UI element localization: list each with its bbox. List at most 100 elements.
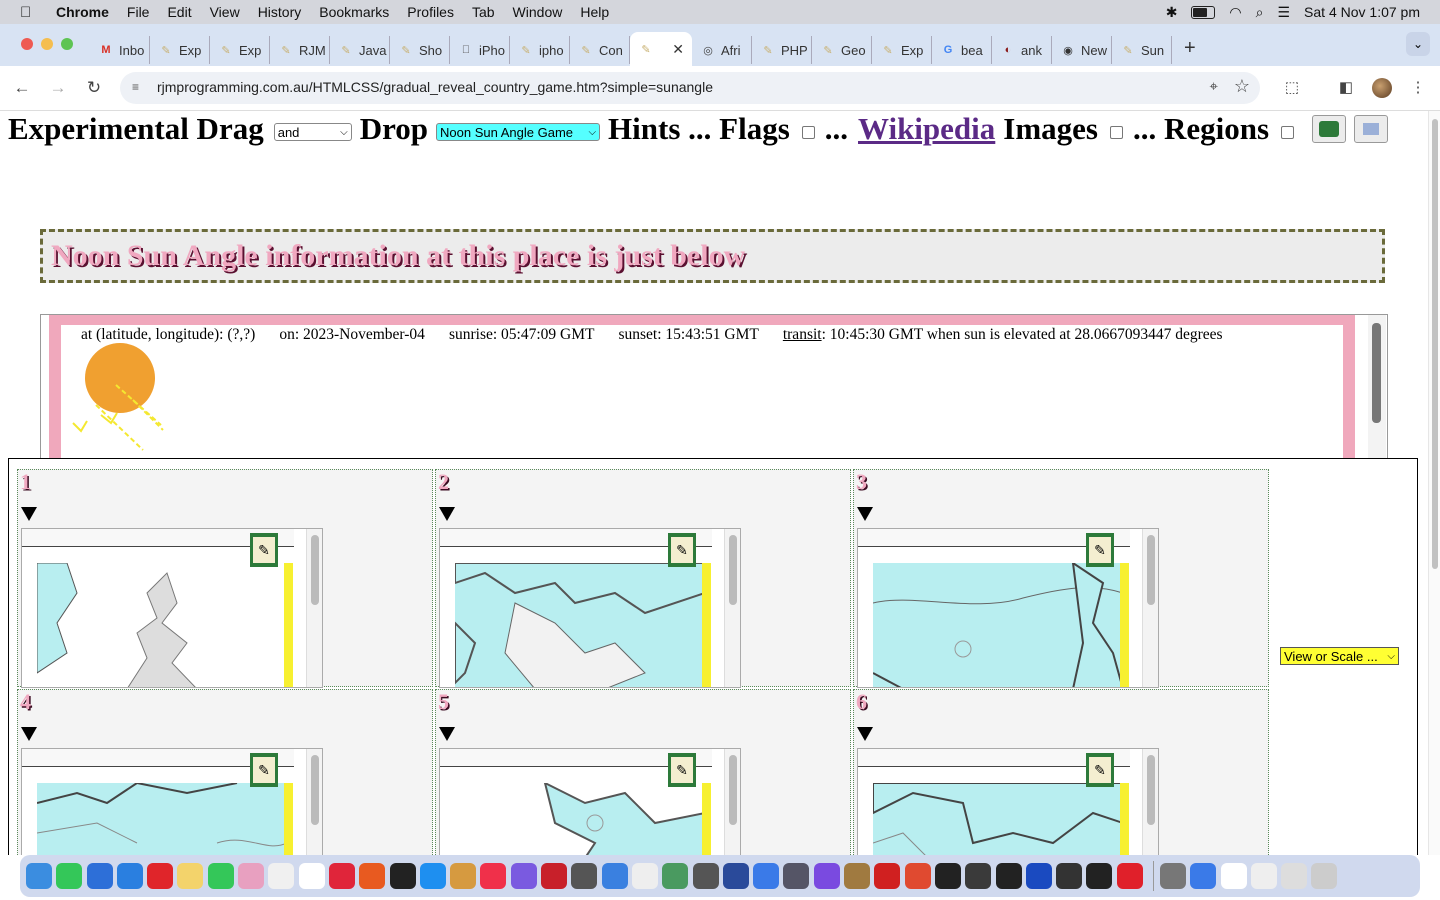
- dock-app-icon[interactable]: [359, 863, 386, 889]
- menu-edit[interactable]: Edit: [167, 4, 191, 20]
- country-cell[interactable]: 3 ✎: [853, 469, 1269, 688]
- spotlight-search-icon[interactable]: ⌕: [1256, 4, 1264, 21]
- country-map-image[interactable]: [37, 783, 287, 855]
- wifi-icon[interactable]: ◠: [1229, 4, 1241, 21]
- bluetooth-icon[interactable]: ✱: [1166, 4, 1178, 21]
- dock-app-icon[interactable]: [753, 863, 780, 889]
- country-map-image[interactable]: [455, 783, 705, 855]
- menu-history[interactable]: History: [258, 4, 302, 20]
- url-text[interactable]: rjmprogramming.com.au/HTMLCSS/gradual_re…: [157, 79, 713, 95]
- browser-tab[interactable]: ✎ Exp: [150, 36, 210, 64]
- dock-app-icon[interactable]: [1311, 863, 1338, 889]
- dock-app-icon[interactable]: [389, 863, 416, 889]
- dock-app-icon[interactable]: [26, 863, 52, 889]
- map-frame-scrollbar-thumb[interactable]: [311, 535, 319, 605]
- map-frame-scrollbar-thumb[interactable]: [1147, 755, 1155, 825]
- dock-app-icon[interactable]: [1220, 863, 1247, 889]
- map-frame-scrollbar-thumb[interactable]: [311, 755, 319, 825]
- dock-app-icon[interactable]: [207, 863, 234, 889]
- disclosure-triangle-icon[interactable]: [857, 507, 873, 521]
- edit-notepad-button[interactable]: ✎: [250, 533, 278, 567]
- browser-tab[interactable]: ✎ PHP: [752, 36, 812, 64]
- menu-bookmarks[interactable]: Bookmarks: [319, 4, 389, 20]
- disclosure-triangle-icon[interactable]: [21, 727, 37, 741]
- page-scrollbar[interactable]: [1428, 111, 1440, 855]
- dock-app-icon[interactable]: [1086, 863, 1113, 889]
- browser-tab[interactable]: M Inbo: [90, 36, 150, 64]
- dock-app-icon[interactable]: [1056, 863, 1083, 889]
- country-cell[interactable]: 5 ✎: [435, 689, 851, 855]
- browser-tab[interactable]: ◉ New: [1052, 36, 1112, 64]
- dock-app-icon[interactable]: [692, 863, 719, 889]
- edit-notepad-button[interactable]: ✎: [1086, 753, 1114, 787]
- transit-link[interactable]: transit: [783, 326, 822, 343]
- menubar-clock[interactable]: Sat 4 Nov 1:07 pm: [1304, 4, 1420, 20]
- map-frame-scrollbar-thumb[interactable]: [729, 535, 737, 605]
- dock-app-icon[interactable]: [965, 863, 992, 889]
- browser-tab[interactable]: ✎ RJM: [270, 36, 330, 64]
- dock-app-icon[interactable]: [1250, 863, 1277, 889]
- dock-app-icon[interactable]: [86, 863, 113, 889]
- country-map-frame[interactable]: ✎: [21, 748, 323, 855]
- profile-avatar[interactable]: [1372, 78, 1392, 98]
- browser-tab[interactable]: ✎ Geo: [812, 36, 872, 64]
- dock-app-icon[interactable]: [631, 863, 658, 889]
- regions-checkbox[interactable]: [1281, 125, 1295, 139]
- view-or-scale-select[interactable]: View or Scale ... ⌵: [1280, 647, 1399, 665]
- dock-app-icon[interactable]: [1281, 863, 1308, 889]
- dock-app-icon[interactable]: [1190, 863, 1217, 889]
- dock-app-icon[interactable]: [541, 863, 568, 889]
- wikipedia-link[interactable]: Wikipedia: [858, 111, 995, 147]
- browser-tab[interactable]: ✎ ✕: [630, 32, 692, 66]
- menu-profiles[interactable]: Profiles: [407, 4, 454, 20]
- back-button[interactable]: ←: [10, 76, 34, 100]
- flags-checkbox[interactable]: [801, 125, 815, 139]
- browser-tab[interactable]: ◐ ank: [992, 36, 1052, 64]
- browser-tab[interactable]: ✎ Exp: [872, 36, 932, 64]
- browser-tab[interactable]: ✎ Exp: [210, 36, 270, 64]
- and-or-select[interactable]: and ⌵: [273, 123, 352, 141]
- battery-icon[interactable]: [1191, 5, 1216, 19]
- menu-app-name[interactable]: Chrome: [56, 4, 109, 20]
- browser-tab[interactable]:  iPho: [450, 36, 510, 64]
- map-frame-scrollbar-thumb[interactable]: [1147, 535, 1155, 605]
- browser-tab[interactable]: ◎ Afri: [692, 36, 752, 64]
- country-cell[interactable]: 1 ✎: [17, 469, 433, 688]
- dock-app-icon[interactable]: [419, 863, 446, 889]
- country-map-frame[interactable]: ✎: [857, 528, 1159, 688]
- edit-notepad-button[interactable]: ✎: [1086, 533, 1114, 567]
- browser-tab[interactable]: ✎ ipho: [510, 36, 570, 64]
- game-mode-select[interactable]: Noon Sun Angle Game ⌵: [436, 123, 601, 141]
- reload-button[interactable]: ↻: [82, 76, 106, 100]
- menu-view[interactable]: View: [210, 4, 240, 20]
- page-scrollbar-thumb[interactable]: [1432, 119, 1438, 569]
- bookmark-star-icon[interactable]: ☆: [1234, 76, 1250, 97]
- dock-app-icon[interactable]: [1116, 863, 1143, 889]
- dock-app-icon[interactable]: [571, 863, 598, 889]
- browser-tab[interactable]: ✎ Sun: [1112, 36, 1172, 64]
- country-map-image[interactable]: [37, 563, 287, 688]
- country-map-frame[interactable]: ✎: [21, 528, 323, 688]
- new-tab-button[interactable]: +: [1184, 32, 1196, 66]
- disclosure-triangle-icon[interactable]: [439, 507, 455, 521]
- dock-app-icon[interactable]: [177, 863, 204, 889]
- more-menu-icon[interactable]: ⋮: [1408, 78, 1428, 98]
- dock-app-icon[interactable]: [783, 863, 810, 889]
- edit-notepad-button[interactable]: ✎: [668, 533, 696, 567]
- forward-button[interactable]: →: [46, 76, 70, 100]
- apple-menu-icon[interactable]: : [20, 4, 36, 21]
- window-zoom-button[interactable]: [61, 38, 73, 50]
- dock-app-icon[interactable]: [298, 863, 325, 889]
- dock-app-icon[interactable]: [874, 863, 901, 889]
- dock-app-icon[interactable]: [722, 863, 749, 889]
- disclosure-triangle-icon[interactable]: [857, 727, 873, 741]
- dock-app-icon[interactable]: [1159, 863, 1186, 889]
- control-center-icon[interactable]: ☰: [1277, 4, 1290, 21]
- menu-window[interactable]: Window: [513, 4, 563, 20]
- dock-app-icon[interactable]: [510, 863, 537, 889]
- disclosure-triangle-icon[interactable]: [439, 727, 455, 741]
- country-map-frame[interactable]: ✎: [857, 748, 1159, 855]
- country-cell[interactable]: 6 ✎: [853, 689, 1269, 855]
- browser-tab[interactable]: ✎ Sho: [390, 36, 450, 64]
- dock-app-icon[interactable]: [904, 863, 931, 889]
